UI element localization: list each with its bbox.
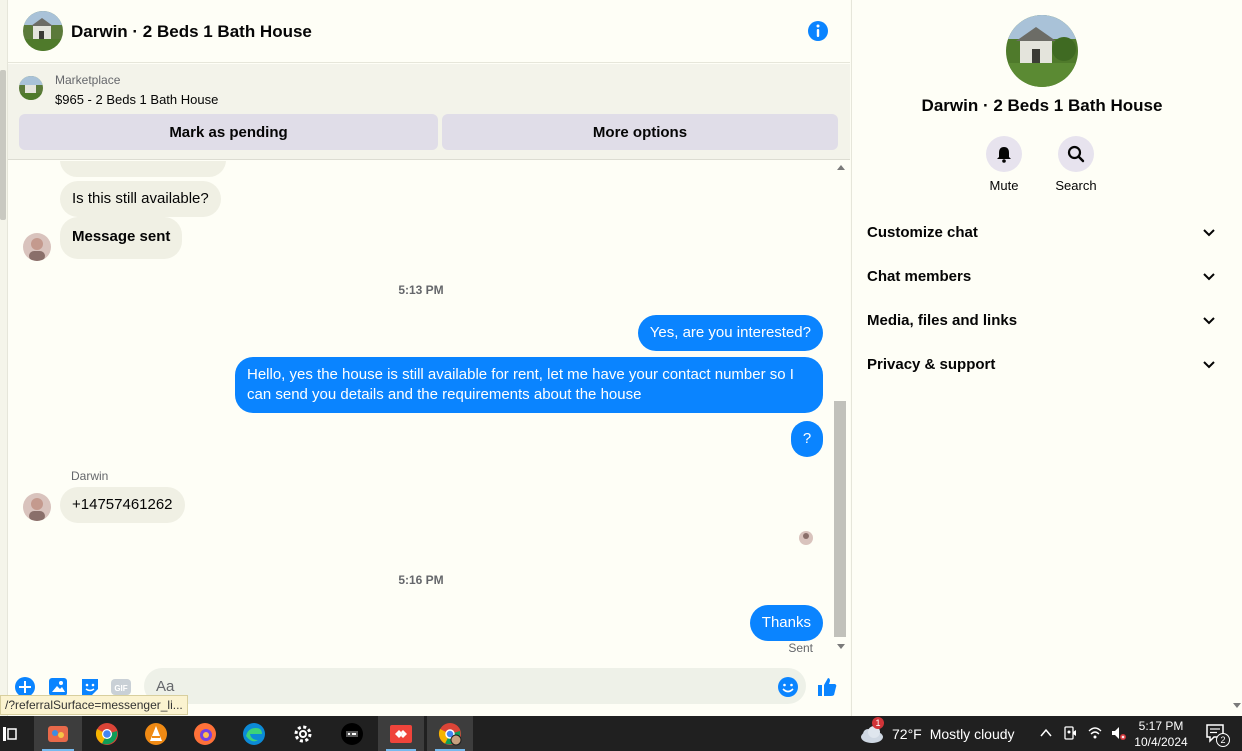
chrome-profile-icon xyxy=(438,722,462,745)
mute-action[interactable]: Mute xyxy=(974,136,1034,193)
message-bubble-incoming[interactable]: Is this still available? xyxy=(60,181,221,217)
taskbar-app-chrome[interactable] xyxy=(84,716,130,751)
message-bubble-incoming[interactable]: +14757461262 xyxy=(60,487,185,523)
message-timestamp: 5:13 PM xyxy=(398,283,444,297)
listing-thumbnail[interactable] xyxy=(19,76,43,100)
scrollbar-thumb[interactable] xyxy=(834,401,846,637)
section-label: Privacy & support xyxy=(867,355,996,373)
conversation-info-panel: Darwin · 2 Beds 1 Bath House Mute Search… xyxy=(851,0,1231,716)
mute-label: Mute xyxy=(989,178,1019,193)
taskbar-app-terminal[interactable] xyxy=(329,716,375,751)
section-label: Customize chat xyxy=(867,223,978,241)
section-label: Chat members xyxy=(867,267,972,285)
weather-alert-badge: 1 xyxy=(872,716,884,729)
notification-count: 2 xyxy=(1216,733,1230,747)
chevron-down-icon xyxy=(1203,361,1215,369)
chevron-down-icon xyxy=(1203,317,1215,325)
thumbs-up-icon[interactable] xyxy=(816,676,838,698)
task-view-button[interactable] xyxy=(0,716,20,751)
marketplace-bar: Marketplace $965 - 2 Beds 1 Bath House M… xyxy=(8,64,850,160)
emoji-icon[interactable] xyxy=(777,676,799,698)
weather-widget[interactable]: 1 72°F Mostly cloudy xyxy=(858,716,1015,751)
bell-icon xyxy=(997,147,1011,163)
message-input[interactable] xyxy=(144,668,806,704)
search-label: Search xyxy=(1055,178,1097,193)
wifi-icon[interactable] xyxy=(1087,725,1103,741)
message-bubble-outgoing[interactable]: Yes, are you interested? xyxy=(637,315,823,351)
taskbar-app-anydesk[interactable] xyxy=(378,716,424,751)
task-view-icon xyxy=(3,726,17,741)
chat-header: Darwin · 2 Beds 1 Bath House xyxy=(8,0,850,63)
more-options-button[interactable]: More options xyxy=(442,114,838,150)
system-clock[interactable]: 5:17 PM 10/4/2024 xyxy=(1128,718,1194,750)
search-action[interactable]: Search xyxy=(1046,136,1106,193)
edge-icon xyxy=(243,722,265,745)
message-list: Is this still available? Message sent 5:… xyxy=(8,161,834,656)
sender-avatar[interactable] xyxy=(23,493,51,521)
profile-name: Darwin · 2 Beds 1 Bath House xyxy=(921,96,1163,115)
info-icon[interactable] xyxy=(807,20,829,42)
anydesk-icon xyxy=(390,724,412,743)
chevron-up-icon[interactable] xyxy=(1038,725,1054,741)
message-timestamp: 5:16 PM xyxy=(398,573,444,587)
page-left-strip xyxy=(0,0,8,716)
weather-description: Mostly cloudy xyxy=(929,725,1015,742)
section-chat-members[interactable]: Chat members xyxy=(867,258,1217,294)
message-bubble-partial xyxy=(60,161,226,177)
taskbar: 1 72°F Mostly cloudy 5:17 PM 10/4/2024 2 xyxy=(0,716,1242,751)
profile-avatar[interactable] xyxy=(1006,15,1078,87)
clock-date: 10/4/2024 xyxy=(1134,735,1188,749)
section-privacy-support[interactable]: Privacy & support xyxy=(867,346,1217,382)
scroll-down-arrow[interactable] xyxy=(837,644,845,649)
taskbar-app-settings[interactable] xyxy=(280,716,326,751)
chrome-icon xyxy=(95,722,118,745)
message-scrollbar[interactable] xyxy=(834,161,848,656)
vlc-icon xyxy=(145,722,167,745)
section-media-files-links[interactable]: Media, files and links xyxy=(867,302,1217,338)
search-button[interactable] xyxy=(1058,136,1094,172)
taskbar-app-firefox[interactable] xyxy=(182,716,228,751)
mute-button[interactable] xyxy=(986,136,1022,172)
taskbar-app-paint[interactable] xyxy=(34,716,82,751)
taskbar-app-vlc[interactable] xyxy=(133,716,179,751)
page-scrollbar-thumb[interactable] xyxy=(0,70,6,220)
weather-temperature: 72°F xyxy=(892,725,922,742)
chat-column: Darwin · 2 Beds 1 Bath House Marketplace… xyxy=(0,0,850,716)
meet-now-icon[interactable] xyxy=(1062,725,1078,741)
gear-icon xyxy=(294,725,312,742)
svg-text:GIF: GIF xyxy=(114,684,127,693)
taskbar-app-edge[interactable] xyxy=(231,716,277,751)
sender-avatar[interactable] xyxy=(23,233,51,261)
message-bubble-outgoing[interactable]: Thanks xyxy=(749,605,823,641)
marketplace-label: Marketplace xyxy=(55,73,121,87)
chat-avatar[interactable] xyxy=(23,11,63,51)
status-link-preview: /?referralSurface=messenger_li... xyxy=(0,695,188,715)
taskbar-app-chrome-profile[interactable] xyxy=(427,716,473,751)
section-customize-chat[interactable]: Customize chat xyxy=(867,214,1217,250)
chat-title[interactable]: Darwin · 2 Beds 1 Bath House xyxy=(71,22,312,42)
notification-center-button[interactable]: 2 xyxy=(1204,722,1230,747)
mark-as-pending-button[interactable]: Mark as pending xyxy=(19,114,438,150)
sender-name: Darwin xyxy=(71,469,109,483)
listing-price-title[interactable]: $965 - 2 Beds 1 Bath House xyxy=(55,92,218,107)
paint-app-icon xyxy=(48,725,68,742)
clock-time: 5:17 PM xyxy=(1138,719,1184,733)
volume-muted-icon[interactable] xyxy=(1110,725,1126,741)
terminal-icon xyxy=(341,722,363,745)
sent-status: Sent xyxy=(788,641,813,655)
search-icon xyxy=(1067,145,1085,163)
message-bubble-incoming[interactable]: Message sent xyxy=(60,217,183,259)
scroll-up-arrow[interactable] xyxy=(837,165,845,170)
page-scrollbar[interactable] xyxy=(1231,0,1242,716)
chevron-down-icon xyxy=(1203,229,1215,237)
firefox-icon xyxy=(194,722,216,745)
message-bubble-outgoing[interactable]: Hello, yes the house is still available … xyxy=(235,357,823,413)
cloud-icon: 1 xyxy=(858,716,884,745)
scroll-down-arrow[interactable] xyxy=(1233,703,1241,708)
section-label: Media, files and links xyxy=(867,311,1018,329)
message-bubble-outgoing[interactable]: ? xyxy=(791,421,823,457)
read-receipt-avatar xyxy=(799,531,813,545)
chevron-down-icon xyxy=(1203,273,1215,281)
